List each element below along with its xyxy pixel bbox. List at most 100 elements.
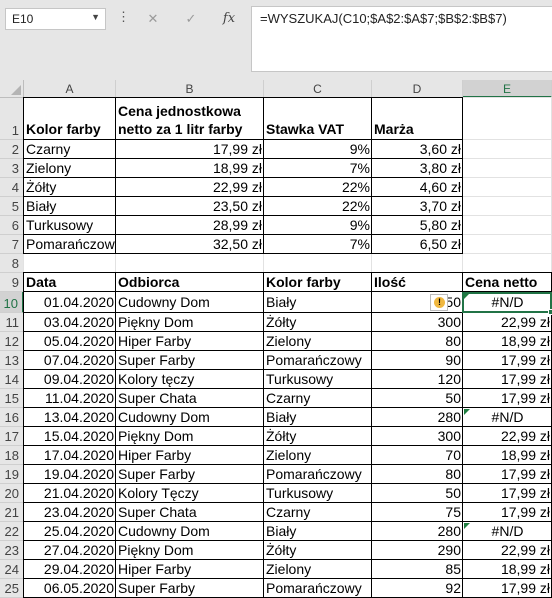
cell-b11[interactable]: Piękny Dom: [116, 313, 264, 332]
cell-a23[interactable]: 27.04.2020: [24, 541, 116, 560]
cell-d17[interactable]: 300: [372, 427, 463, 446]
cell-d14[interactable]: 120: [372, 370, 463, 389]
cell-e17[interactable]: 22,99 zł: [463, 427, 552, 446]
cell-a16[interactable]: 13.04.2020: [24, 408, 116, 427]
cell-c9[interactable]: Kolor farby: [264, 273, 372, 292]
row-header-19[interactable]: 19: [0, 465, 24, 484]
row-header-1[interactable]: 1: [0, 98, 24, 140]
cell-b10[interactable]: Cudowny Dom: [116, 292, 264, 313]
cell-a6[interactable]: Turkusowy: [24, 216, 116, 235]
cell-a18[interactable]: 17.04.2020: [24, 446, 116, 465]
close-icon[interactable]: ✕: [138, 8, 168, 30]
cell-e19[interactable]: 17,99 zł: [463, 465, 552, 484]
cell-c17[interactable]: Żółty: [264, 427, 372, 446]
cell-d22[interactable]: 280: [372, 522, 463, 541]
cell-c20[interactable]: Turkusowy: [264, 484, 372, 503]
row-header-9[interactable]: 9: [0, 273, 24, 292]
cell-c19[interactable]: Pomarańczowy: [264, 465, 372, 484]
cell-d1[interactable]: Marża: [372, 98, 463, 140]
cell-d25[interactable]: 92: [372, 579, 463, 598]
cell-a9[interactable]: Data: [24, 273, 116, 292]
vertical-dots-icon[interactable]: ⋮: [117, 9, 130, 25]
cell-b24[interactable]: Hiper Farby: [116, 560, 264, 579]
cell-c22[interactable]: Biały: [264, 522, 372, 541]
cell-a25[interactable]: 06.05.2020: [24, 579, 116, 598]
row-header-20[interactable]: 20: [0, 484, 24, 503]
cell-b21[interactable]: Super Chata: [116, 503, 264, 522]
cell-c12[interactable]: Zielony: [264, 332, 372, 351]
cell-a5[interactable]: Biały: [24, 197, 116, 216]
row-header-24[interactable]: 24: [0, 560, 24, 579]
cell-c16[interactable]: Biały: [264, 408, 372, 427]
column-header-c[interactable]: C: [264, 80, 372, 98]
fx-icon[interactable]: fx: [214, 8, 244, 30]
cell-c15[interactable]: Czarny: [264, 389, 372, 408]
cell-d5[interactable]: 3,70 zł: [372, 197, 463, 216]
cell-d2[interactable]: 3,60 zł: [372, 140, 463, 159]
row-header-25[interactable]: 25: [0, 579, 24, 598]
column-header-d[interactable]: D: [372, 80, 463, 98]
cell-a17[interactable]: 15.04.2020: [24, 427, 116, 446]
cell-a24[interactable]: 29.04.2020: [24, 560, 116, 579]
cell-b9[interactable]: Odbiorca: [116, 273, 264, 292]
cell-d13[interactable]: 90: [372, 351, 463, 370]
cell-e15[interactable]: 17,99 zł: [463, 389, 552, 408]
cell-d21[interactable]: 75: [372, 503, 463, 522]
cell-d11[interactable]: 300: [372, 313, 463, 332]
cell-a22[interactable]: 25.04.2020: [24, 522, 116, 541]
row-header-23[interactable]: 23: [0, 541, 24, 560]
cell-e11[interactable]: 22,99 zł: [463, 313, 552, 332]
cell-a12[interactable]: 05.04.2020: [24, 332, 116, 351]
cell-d4[interactable]: 4,60 zł: [372, 178, 463, 197]
cell-b22[interactable]: Cudowny Dom: [116, 522, 264, 541]
select-all-button[interactable]: [0, 80, 24, 98]
cell-b18[interactable]: Hiper Farby: [116, 446, 264, 465]
cell-b17[interactable]: Piękny Dom: [116, 427, 264, 446]
cell-c4[interactable]: 22%: [264, 178, 372, 197]
row-header-8[interactable]: 8: [0, 254, 24, 273]
cell-e25[interactable]: 17,99 zł: [463, 579, 552, 598]
row-header-12[interactable]: 12: [0, 332, 24, 351]
cell-a15[interactable]: 11.04.2020: [24, 389, 116, 408]
row-header-16[interactable]: 16: [0, 408, 24, 427]
cell-e13[interactable]: 17,99 zł: [463, 351, 552, 370]
row-header-3[interactable]: 3: [0, 159, 24, 178]
cell-e12[interactable]: 18,99 zł: [463, 332, 552, 351]
cell-e21[interactable]: 17,99 zł: [463, 503, 552, 522]
row-header-15[interactable]: 15: [0, 389, 24, 408]
cell-b23[interactable]: Piękny Dom: [116, 541, 264, 560]
row-header-4[interactable]: 4: [0, 178, 24, 197]
column-header-a[interactable]: A: [24, 80, 116, 98]
cell-a21[interactable]: 23.04.2020: [24, 503, 116, 522]
cell-d6[interactable]: 5,80 zł: [372, 216, 463, 235]
cell-d10[interactable]: 50: [372, 292, 463, 313]
cell-d9[interactable]: Ilość: [372, 273, 463, 292]
cell-e14[interactable]: 17,99 zł: [463, 370, 552, 389]
row-header-11[interactable]: 11: [0, 313, 24, 332]
row-header-6[interactable]: 6: [0, 216, 24, 235]
row-header-7[interactable]: 7: [0, 235, 24, 254]
cell-b4[interactable]: 22,99 zł: [116, 178, 264, 197]
cell-a7[interactable]: Pomarańczowy: [24, 235, 116, 254]
cell-c2[interactable]: 9%: [264, 140, 372, 159]
cell-a14[interactable]: 09.04.2020: [24, 370, 116, 389]
cell-e22[interactable]: #N/D: [463, 522, 552, 541]
row-header-18[interactable]: 18: [0, 446, 24, 465]
row-header-5[interactable]: 5: [0, 197, 24, 216]
cell-b1[interactable]: Cena jednostkowa netto za 1 litr farby: [116, 98, 264, 140]
cell-b7[interactable]: 32,50 zł: [116, 235, 264, 254]
cell-b16[interactable]: Cudowny Dom: [116, 408, 264, 427]
cell-c11[interactable]: Żółty: [264, 313, 372, 332]
cell-b3[interactable]: 18,99 zł: [116, 159, 264, 178]
cell-e9[interactable]: Cena netto: [463, 273, 552, 292]
cell-d19[interactable]: 80: [372, 465, 463, 484]
cell-d23[interactable]: 290: [372, 541, 463, 560]
cell-b20[interactable]: Kolory Tęczy: [116, 484, 264, 503]
cell-a20[interactable]: 21.04.2020: [24, 484, 116, 503]
cell-b6[interactable]: 28,99 zł: [116, 216, 264, 235]
cell-e16[interactable]: #N/D: [463, 408, 552, 427]
cell-d3[interactable]: 3,80 zł: [372, 159, 463, 178]
cell-c24[interactable]: Zielony: [264, 560, 372, 579]
cell-b13[interactable]: Super Farby: [116, 351, 264, 370]
cell-c13[interactable]: Pomarańczowy: [264, 351, 372, 370]
